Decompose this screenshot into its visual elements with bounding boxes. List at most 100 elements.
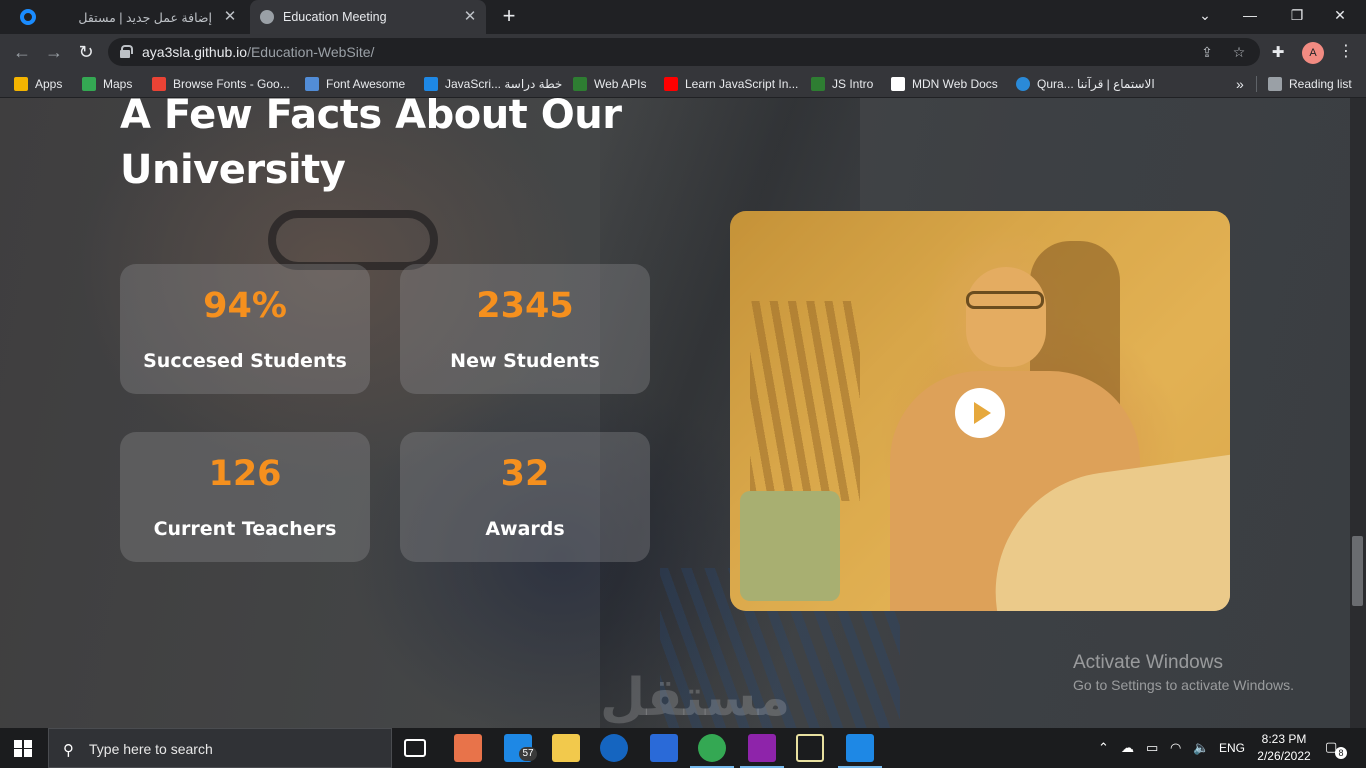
forward-button[interactable]: → [42, 40, 66, 64]
activate-title: Activate Windows [1073, 652, 1223, 673]
url-text: aya3sla.github.io/Education-WebSite/ [142, 44, 374, 60]
tab-search-chevron-icon[interactable]: ⌄ [1193, 5, 1217, 25]
reading-list-button[interactable]: Reading list [1268, 76, 1352, 92]
close-tab-icon[interactable]: ✕ [462, 9, 478, 25]
font-awesome-flag-icon [305, 77, 319, 91]
onedrive-cloud-icon[interactable]: ☁ [1121, 740, 1134, 756]
bookmarks-divider [1256, 76, 1257, 92]
windows-taskbar: ⚲ Type here to search 57 ⌃ ☁ ▭ ◠ 🔈 ENG 8… [0, 728, 1366, 768]
fact-card-current-teachers: 126 Current Teachers [120, 432, 370, 562]
tray-chevron-icon[interactable]: ⌃ [1098, 740, 1109, 756]
bookmark-label: Font Awesome [326, 77, 406, 91]
bookmark-mdn[interactable]: MDN Web Docs [891, 76, 998, 92]
heading-line-2: University [120, 147, 346, 193]
globe-icon [260, 10, 274, 24]
bookmark-apps[interactable]: Apps [14, 76, 62, 92]
fact-label: Current Teachers [153, 518, 337, 540]
video-thumbnail[interactable] [730, 211, 1230, 611]
fact-value: 126 [208, 454, 282, 494]
google-fonts-icon [152, 77, 166, 91]
url-path: /Education-WebSite/ [247, 44, 375, 60]
bookmark-quran[interactable]: Qura... الاستماع | قرآننا [1016, 76, 1155, 92]
restore-button[interactable]: ❐ [1285, 5, 1309, 25]
fact-value: 2345 [476, 286, 574, 326]
scrollbar-thumb[interactable] [1352, 536, 1363, 606]
new-tab-button[interactable]: + [498, 5, 520, 27]
taskbar-clock[interactable]: 8:23 PM 2/26/2022 [1255, 731, 1313, 765]
bookmark-google-fonts[interactable]: Browse Fonts - Goo... [152, 76, 290, 92]
chrome-icon[interactable] [690, 734, 734, 768]
activate-subtitle: Go to Settings to activate Windows. [1073, 677, 1294, 693]
tab-mostaql[interactable]: إضافة عمل جديد | مستقل ✕ [14, 0, 246, 34]
bookmark-label: MDN Web Docs [912, 77, 998, 91]
share-icon[interactable]: ⇪ [1198, 43, 1216, 61]
bookmark-js-intro[interactable]: JS Intro [811, 76, 873, 92]
fact-value: 94% [203, 286, 287, 326]
activate-windows-notice: Activate Windows Go to Settings to activ… [1073, 651, 1294, 695]
notification-center-icon[interactable]: ▢ 8 [1325, 739, 1347, 759]
youtube-icon [664, 77, 678, 91]
media-player-icon[interactable] [650, 734, 678, 762]
close-tab-icon[interactable]: ✕ [222, 9, 238, 25]
fact-card-new-students: 2345 New Students [400, 264, 650, 394]
mdn-icon [891, 77, 905, 91]
file-explorer-icon[interactable] [552, 734, 580, 762]
apps-grid-icon [14, 77, 28, 91]
bookmark-javascript-plan[interactable]: JavaScri... خطة دراسة [424, 76, 562, 92]
minimize-button[interactable]: — [1238, 5, 1262, 25]
maps-icon [82, 77, 96, 91]
fact-card-awards: 32 Awards [400, 432, 650, 562]
background-photo-detail [268, 210, 438, 270]
bookmarks-bar: Apps Maps Browse Fonts - Goo... Font Awe… [0, 70, 1366, 98]
bookmark-font-awesome[interactable]: Font Awesome [305, 76, 405, 92]
reload-button[interactable]: ↻ [74, 40, 98, 64]
page-scrollbar[interactable] [1350, 98, 1366, 728]
tab-title: إضافة عمل جديد | مستقل [78, 11, 212, 25]
tab-education-meeting[interactable]: Education Meeting ✕ [250, 0, 486, 34]
volume-icon[interactable]: 🔈 [1193, 740, 1209, 756]
fact-label: Awards [485, 518, 565, 540]
section-heading: A Few Facts About Our University [120, 98, 640, 198]
address-bar[interactable]: aya3sla.github.io/Education-WebSite/ ⇪ ☆ [108, 38, 1260, 66]
mail-badge: 57 [519, 747, 537, 761]
notification-count: 8 [1335, 747, 1347, 759]
bookmarks-overflow-button[interactable]: » [1236, 76, 1244, 92]
app-icon[interactable] [796, 734, 824, 762]
fact-card-succeeded-students: 94% Succesed Students [120, 264, 370, 394]
bookmark-label: Maps [103, 77, 133, 91]
vscode-icon[interactable] [838, 734, 882, 768]
menu-kebab-icon[interactable]: ⋮ [1338, 43, 1354, 63]
close-window-button[interactable]: ✕ [1328, 5, 1352, 25]
bookmark-label: JS Intro [832, 77, 874, 91]
clock-time: 8:23 PM [1261, 732, 1307, 746]
heading-line-1: A Few Facts About Our [120, 98, 622, 138]
reading-list-label: Reading list [1289, 77, 1352, 91]
bookmark-learn-javascript[interactable]: Learn JavaScript In... [664, 76, 798, 92]
bookmark-label: Apps [35, 77, 63, 91]
bookmark-label: Learn JavaScript In... [685, 77, 799, 91]
battery-icon[interactable]: ▭ [1146, 740, 1158, 756]
fact-label: New Students [450, 350, 600, 372]
extensions-puzzle-icon[interactable]: ✚ [1268, 43, 1288, 63]
winrar-icon[interactable] [740, 734, 784, 768]
windows-start-icon[interactable] [14, 740, 32, 757]
w3-icon [811, 77, 825, 91]
facts-section: A Few Facts About Our University 94% Suc… [0, 98, 1366, 728]
search-placeholder: Type here to search [89, 741, 213, 757]
profile-avatar[interactable]: A [1302, 42, 1324, 64]
w3-icon [573, 77, 587, 91]
bookmark-maps[interactable]: Maps [82, 76, 132, 92]
wifi-icon[interactable]: ◠ [1170, 740, 1181, 756]
taskbar-search-box[interactable]: ⚲ Type here to search [48, 728, 392, 768]
bookmark-star-icon[interactable]: ☆ [1230, 43, 1248, 61]
lock-icon[interactable] [120, 45, 133, 58]
play-icon[interactable] [955, 388, 1005, 438]
fact-value: 32 [500, 454, 550, 494]
language-indicator[interactable]: ENG [1219, 741, 1245, 755]
microsoft-store-icon[interactable] [454, 734, 482, 762]
back-button[interactable]: ← [10, 40, 34, 64]
tab-title: Education Meeting [283, 10, 387, 24]
bookmark-web-apis[interactable]: Web APIs [573, 76, 646, 92]
edge-icon[interactable] [600, 734, 628, 762]
task-view-icon[interactable] [404, 739, 426, 757]
